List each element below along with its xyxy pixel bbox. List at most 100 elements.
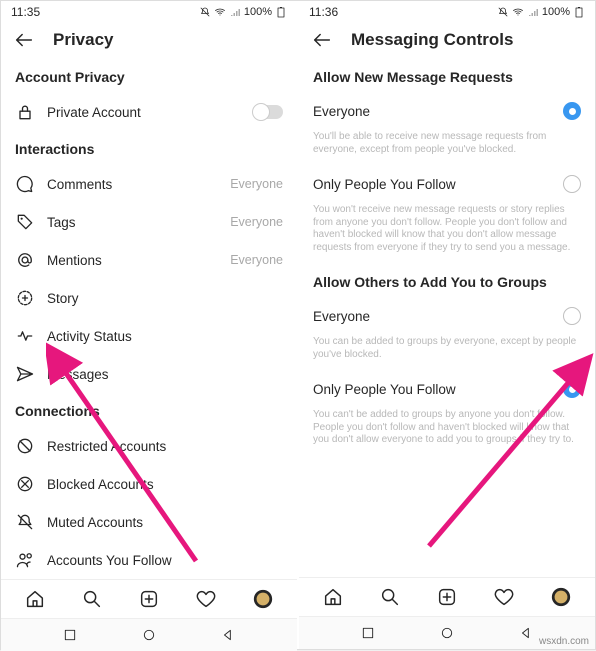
groups-everyone-label: Everyone bbox=[313, 309, 551, 324]
nav-create-icon[interactable] bbox=[436, 586, 458, 608]
requests-everyone-label: Everyone bbox=[313, 104, 551, 119]
radio-selected-icon[interactable] bbox=[563, 102, 581, 120]
lock-icon bbox=[15, 102, 35, 122]
watermark: wsxdn.com bbox=[539, 636, 589, 647]
comment-icon bbox=[15, 174, 35, 194]
radio-unselected-icon[interactable] bbox=[563, 175, 581, 193]
page-title: Privacy bbox=[53, 30, 114, 50]
row-story[interactable]: Story bbox=[1, 279, 297, 317]
radio-selected-icon[interactable] bbox=[563, 380, 581, 398]
status-time: 11:35 bbox=[11, 5, 40, 19]
comments-value: Everyone bbox=[230, 177, 283, 191]
groups-onlyfollow-helper: You can't be added to groups by anyone y… bbox=[299, 407, 595, 457]
activity-label: Activity Status bbox=[47, 329, 283, 344]
nav-home-key-icon[interactable] bbox=[141, 627, 157, 643]
privacy-screen: 11:35 100% Privacy Account Privacy Priva… bbox=[1, 1, 297, 649]
nav-recent-icon[interactable] bbox=[360, 625, 376, 641]
bottom-nav bbox=[1, 579, 297, 618]
tag-icon bbox=[15, 212, 35, 232]
back-icon[interactable] bbox=[13, 29, 35, 51]
page-title: Messaging Controls bbox=[351, 30, 513, 50]
blocked-label: Blocked Accounts bbox=[47, 477, 283, 492]
requests-onlyfollow-label: Only People You Follow bbox=[313, 177, 551, 192]
row-activity-status[interactable]: Activity Status bbox=[1, 317, 297, 355]
muted-label: Muted Accounts bbox=[47, 515, 283, 530]
row-requests-everyone[interactable]: Everyone bbox=[299, 93, 595, 129]
story-label: Story bbox=[47, 291, 283, 306]
requests-everyone-helper: You'll be able to receive new message re… bbox=[299, 129, 595, 166]
radio-unselected-icon[interactable] bbox=[563, 307, 581, 325]
section-connections: Connections bbox=[1, 393, 297, 427]
messages-icon bbox=[15, 364, 35, 384]
nav-search-icon[interactable] bbox=[379, 586, 401, 608]
groups-everyone-helper: You can be added to groups by everyone, … bbox=[299, 334, 595, 371]
nav-search-icon[interactable] bbox=[81, 588, 103, 610]
nav-activity-icon[interactable] bbox=[493, 586, 515, 608]
nav-back-key-icon[interactable] bbox=[220, 627, 236, 643]
mentions-label: Mentions bbox=[47, 253, 218, 268]
nav-back-key-icon[interactable] bbox=[518, 625, 534, 641]
requests-onlyfollow-helper: You won't receive new message requests o… bbox=[299, 202, 595, 264]
wifi-icon bbox=[214, 6, 226, 18]
blocked-icon bbox=[15, 474, 35, 494]
story-icon bbox=[15, 288, 35, 308]
nav-activity-icon[interactable] bbox=[195, 588, 217, 610]
battery-icon bbox=[275, 6, 287, 18]
status-bar: 11:35 100% bbox=[1, 1, 297, 21]
row-groups-everyone[interactable]: Everyone bbox=[299, 298, 595, 334]
bottom-nav bbox=[299, 577, 595, 616]
nav-recent-icon[interactable] bbox=[62, 627, 78, 643]
section-allow-requests: Allow New Message Requests bbox=[299, 59, 595, 93]
status-icons: 100% bbox=[497, 6, 585, 18]
nav-profile-icon[interactable] bbox=[550, 586, 572, 608]
nav-home-key-icon[interactable] bbox=[439, 625, 455, 641]
battery-text: 100% bbox=[542, 6, 570, 18]
nav-profile-icon[interactable] bbox=[252, 588, 274, 610]
status-time: 11:36 bbox=[309, 5, 338, 19]
back-icon[interactable] bbox=[311, 29, 333, 51]
private-account-toggle[interactable] bbox=[253, 105, 283, 119]
wifi-icon bbox=[512, 6, 524, 18]
mentions-value: Everyone bbox=[230, 253, 283, 267]
row-muted[interactable]: Muted Accounts bbox=[1, 503, 297, 541]
signal-icon bbox=[527, 6, 539, 18]
section-allow-groups: Allow Others to Add You to Groups bbox=[299, 264, 595, 298]
row-restricted[interactable]: Restricted Accounts bbox=[1, 427, 297, 465]
nav-create-icon[interactable] bbox=[138, 588, 160, 610]
dnd-icon bbox=[497, 6, 509, 18]
row-comments[interactable]: Comments Everyone bbox=[1, 165, 297, 203]
tags-value: Everyone bbox=[230, 215, 283, 229]
row-private-account[interactable]: Private Account bbox=[1, 93, 297, 131]
row-requests-onlyfollow[interactable]: Only People You Follow bbox=[299, 166, 595, 202]
muted-icon bbox=[15, 512, 35, 532]
activity-icon bbox=[15, 326, 35, 346]
mention-icon bbox=[15, 250, 35, 270]
messaging-controls-screen: 11:36 100% Messaging Controls Allow New … bbox=[299, 1, 595, 649]
nav-home-icon[interactable] bbox=[24, 588, 46, 610]
groups-onlyfollow-label: Only People You Follow bbox=[313, 382, 551, 397]
tags-label: Tags bbox=[47, 215, 218, 230]
header: Messaging Controls bbox=[299, 21, 595, 59]
row-blocked[interactable]: Blocked Accounts bbox=[1, 465, 297, 503]
dnd-icon bbox=[199, 6, 211, 18]
following-icon bbox=[15, 550, 35, 570]
row-messages[interactable]: Messages bbox=[1, 355, 297, 393]
row-mentions[interactable]: Mentions Everyone bbox=[1, 241, 297, 279]
restricted-label: Restricted Accounts bbox=[47, 439, 283, 454]
following-label: Accounts You Follow bbox=[47, 553, 283, 568]
restricted-icon bbox=[15, 436, 35, 456]
status-bar: 11:36 100% bbox=[299, 1, 595, 21]
messages-label: Messages bbox=[47, 367, 283, 382]
row-following[interactable]: Accounts You Follow bbox=[1, 541, 297, 579]
status-icons: 100% bbox=[199, 6, 287, 18]
battery-icon bbox=[573, 6, 585, 18]
section-interactions: Interactions bbox=[1, 131, 297, 165]
section-account-privacy: Account Privacy bbox=[1, 59, 297, 93]
signal-icon bbox=[229, 6, 241, 18]
header: Privacy bbox=[1, 21, 297, 59]
row-groups-onlyfollow[interactable]: Only People You Follow bbox=[299, 371, 595, 407]
row-tags[interactable]: Tags Everyone bbox=[1, 203, 297, 241]
battery-text: 100% bbox=[244, 6, 272, 18]
nav-home-icon[interactable] bbox=[322, 586, 344, 608]
private-account-label: Private Account bbox=[47, 105, 241, 120]
